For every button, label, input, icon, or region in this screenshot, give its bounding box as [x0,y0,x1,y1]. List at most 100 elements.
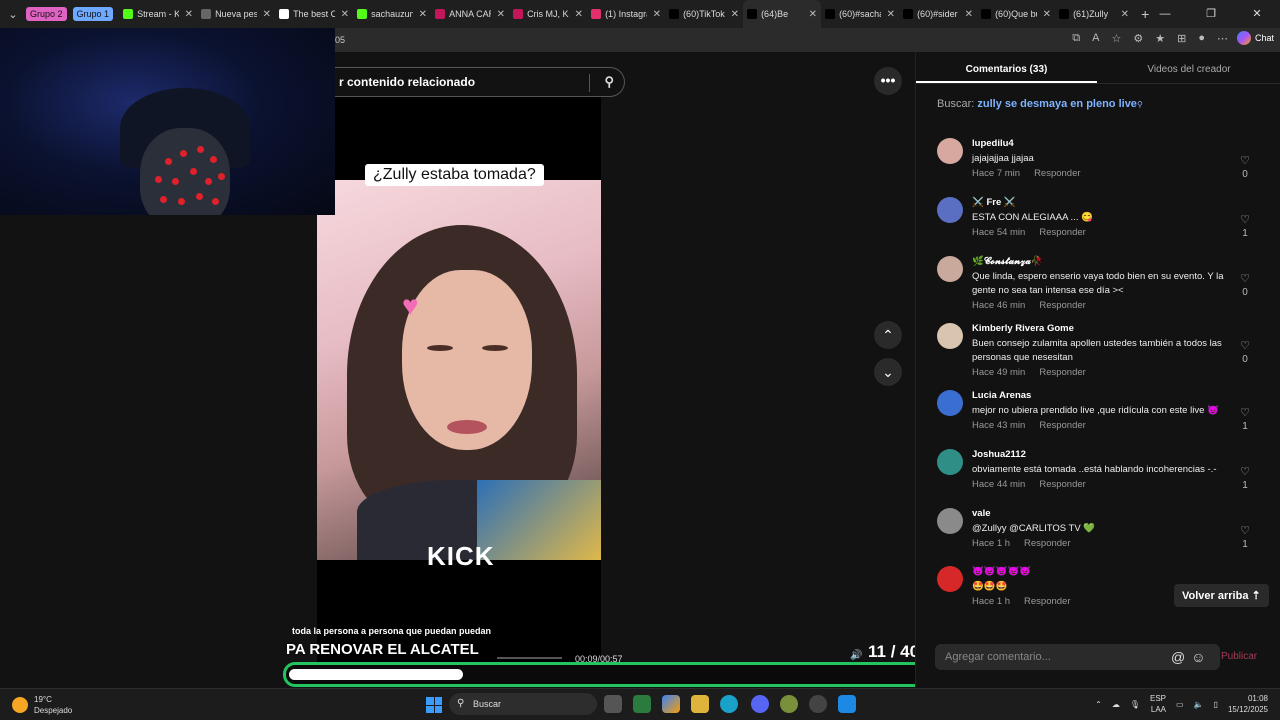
close-tab-icon[interactable]: ✕ [1043,9,1051,20]
close-tab-icon[interactable]: ✕ [341,9,349,20]
reply-button[interactable]: Responder [1039,227,1085,238]
close-tab-icon[interactable]: ✕ [575,9,583,20]
close-tab-icon[interactable]: ✕ [419,9,427,20]
onedrive-icon[interactable]: ☁ [1112,700,1120,709]
taskbar-search[interactable]: ⚲ Buscar [449,693,597,715]
like-button[interactable]: ♡ 0 [1235,272,1255,298]
avatar[interactable] [937,138,963,164]
battery-icon[interactable]: ▯ [1214,700,1218,709]
mention-icon[interactable]: @ [1171,649,1191,665]
browser-tab[interactable]: Cris MJ, Ka ✕ [509,0,587,28]
comment-username[interactable]: lupedilu4 [972,138,1014,149]
reply-button[interactable]: Responder [1039,367,1085,378]
browser-tab[interactable]: The best C ✕ [275,0,353,28]
like-button[interactable]: ♡ 1 [1235,213,1255,239]
browser-tab[interactable]: (64)Be ✕ [743,0,822,28]
edge-icon[interactable] [720,695,738,713]
close-tab-icon[interactable]: ✕ [185,9,193,20]
profile-avatar-icon[interactable]: ● [1198,32,1205,45]
close-tab-icon[interactable]: ✕ [263,9,271,20]
copilot-chat-button[interactable]: Chat [1236,31,1274,45]
search-query[interactable]: zully se desmaya en pleno live [977,98,1137,110]
language-indicator[interactable]: ESP LAA [1150,693,1166,715]
windows-start-icon[interactable] [426,697,442,713]
comment-username[interactable]: 👿👿👿👿👿 [972,566,1031,577]
comment-username[interactable]: 🌿𝓒𝓸𝓷𝓼𝓽𝓪𝓷𝔃𝓪🥀 [972,256,1043,267]
avatar[interactable] [937,197,963,223]
like-button[interactable]: ♡ 1 [1235,465,1255,491]
browser-tab[interactable]: (61)Zully ✕ [1055,0,1133,28]
comment-username[interactable]: ⚔️ Fre ⚔️ [972,197,1016,208]
mic-icon[interactable]: 🎙 [1130,700,1140,709]
favorite-star-icon[interactable]: ☆ [1112,32,1122,45]
network-icon[interactable]: ▭ [1176,700,1184,709]
copilot-app-icon[interactable] [662,695,680,713]
mini-scrub-bar[interactable] [497,657,562,659]
tray-chevron-icon[interactable]: ⌃ [1095,700,1102,709]
related-search-input[interactable]: r contenido relacionado ⚲ [335,67,625,97]
reply-button[interactable]: Responder [1034,168,1080,179]
browser-tab[interactable]: (60)Que bu ✕ [977,0,1055,28]
browser-tab[interactable]: ANNA CAR ✕ [431,0,509,28]
browser-tab[interactable]: Nueva pest ✕ [197,0,275,28]
store-icon[interactable] [633,695,651,713]
avatar[interactable] [937,323,963,349]
close-tab-icon[interactable]: ✕ [497,9,505,20]
favorites-icon[interactable]: ★ [1155,32,1165,45]
avatar[interactable] [937,449,963,475]
comment-username[interactable]: Lucia Arenas [972,390,1031,401]
avatar[interactable] [937,390,963,416]
close-tab-icon[interactable]: ✕ [887,9,895,20]
reply-button[interactable]: Responder [1039,479,1085,490]
discord-icon[interactable] [751,695,769,713]
paint-icon[interactable] [838,695,856,713]
comment-username[interactable]: Joshua2112 [972,449,1026,460]
reply-button[interactable]: Responder [1024,596,1070,607]
next-video-button[interactable]: ⌄ [874,358,902,386]
app-icon[interactable] [780,695,798,713]
browser-tab[interactable]: Stream - Ki ✕ [119,0,197,28]
related-search-link[interactable]: Buscar: zully se desmaya en pleno live⚲ [937,98,1143,110]
clock[interactable]: 01:08 15/12/2025 [1228,693,1268,715]
tab-comments[interactable]: Comentarios (33) [916,52,1097,83]
tab-group-1[interactable]: Grupo 1 [72,7,114,21]
file-explorer-icon[interactable] [691,695,709,713]
browser-tab[interactable]: (1) Instagra ✕ [587,0,665,28]
translate-icon[interactable]: A [1092,32,1099,45]
volume-icon[interactable]: 🔊 [850,650,862,661]
collections-icon[interactable]: ⊞ [1177,32,1186,45]
reply-button[interactable]: Responder [1039,420,1085,431]
browser-tab[interactable]: (60)#sider ✕ [899,0,977,28]
progress-bar[interactable] [283,662,935,687]
task-view-icon[interactable] [604,695,622,713]
avatar[interactable] [937,566,963,592]
close-tab-icon[interactable]: ✕ [731,9,739,20]
like-button[interactable]: ♡ 1 [1235,524,1255,550]
browser-tab[interactable]: (60)#sacha ✕ [821,0,899,28]
comment-username[interactable]: vale [972,508,991,519]
minimize-icon[interactable]: — [1142,0,1188,28]
back-to-top-button[interactable]: Volver arriba ⇡ [1174,584,1269,607]
close-tab-icon[interactable]: ✕ [653,9,661,20]
url-text[interactable]: 05 [335,35,345,45]
tab-creator-videos[interactable]: Videos del creador [1097,52,1280,83]
close-icon[interactable]: ✕ [1234,0,1280,28]
close-tab-icon[interactable]: ✕ [809,9,817,20]
like-button[interactable]: ♡ 1 [1235,406,1255,432]
extensions-icon[interactable]: ⚙ [1133,32,1143,45]
comment-username[interactable]: Kimberly Rivera Gome [972,323,1074,334]
reply-button[interactable]: Responder [1024,538,1070,549]
obs-icon[interactable] [809,695,827,713]
reply-button[interactable]: Responder [1039,300,1085,311]
previous-video-button[interactable]: ⌃ [874,321,902,349]
like-button[interactable]: ♡ 0 [1235,154,1255,180]
like-button[interactable]: ♡ 0 [1235,339,1255,365]
emoji-icon[interactable]: ☺ [1191,649,1211,665]
more-menu-icon[interactable]: ⋯ [1217,32,1228,45]
restore-icon[interactable]: ❐ [1188,0,1234,28]
avatar[interactable] [937,256,963,282]
more-options-button[interactable]: ••• [874,67,902,95]
tab-group-2[interactable]: Grupo 2 [26,7,67,21]
volume-tray-icon[interactable]: 🔈 [1194,700,1204,709]
publish-button[interactable]: Publicar [1221,651,1257,662]
